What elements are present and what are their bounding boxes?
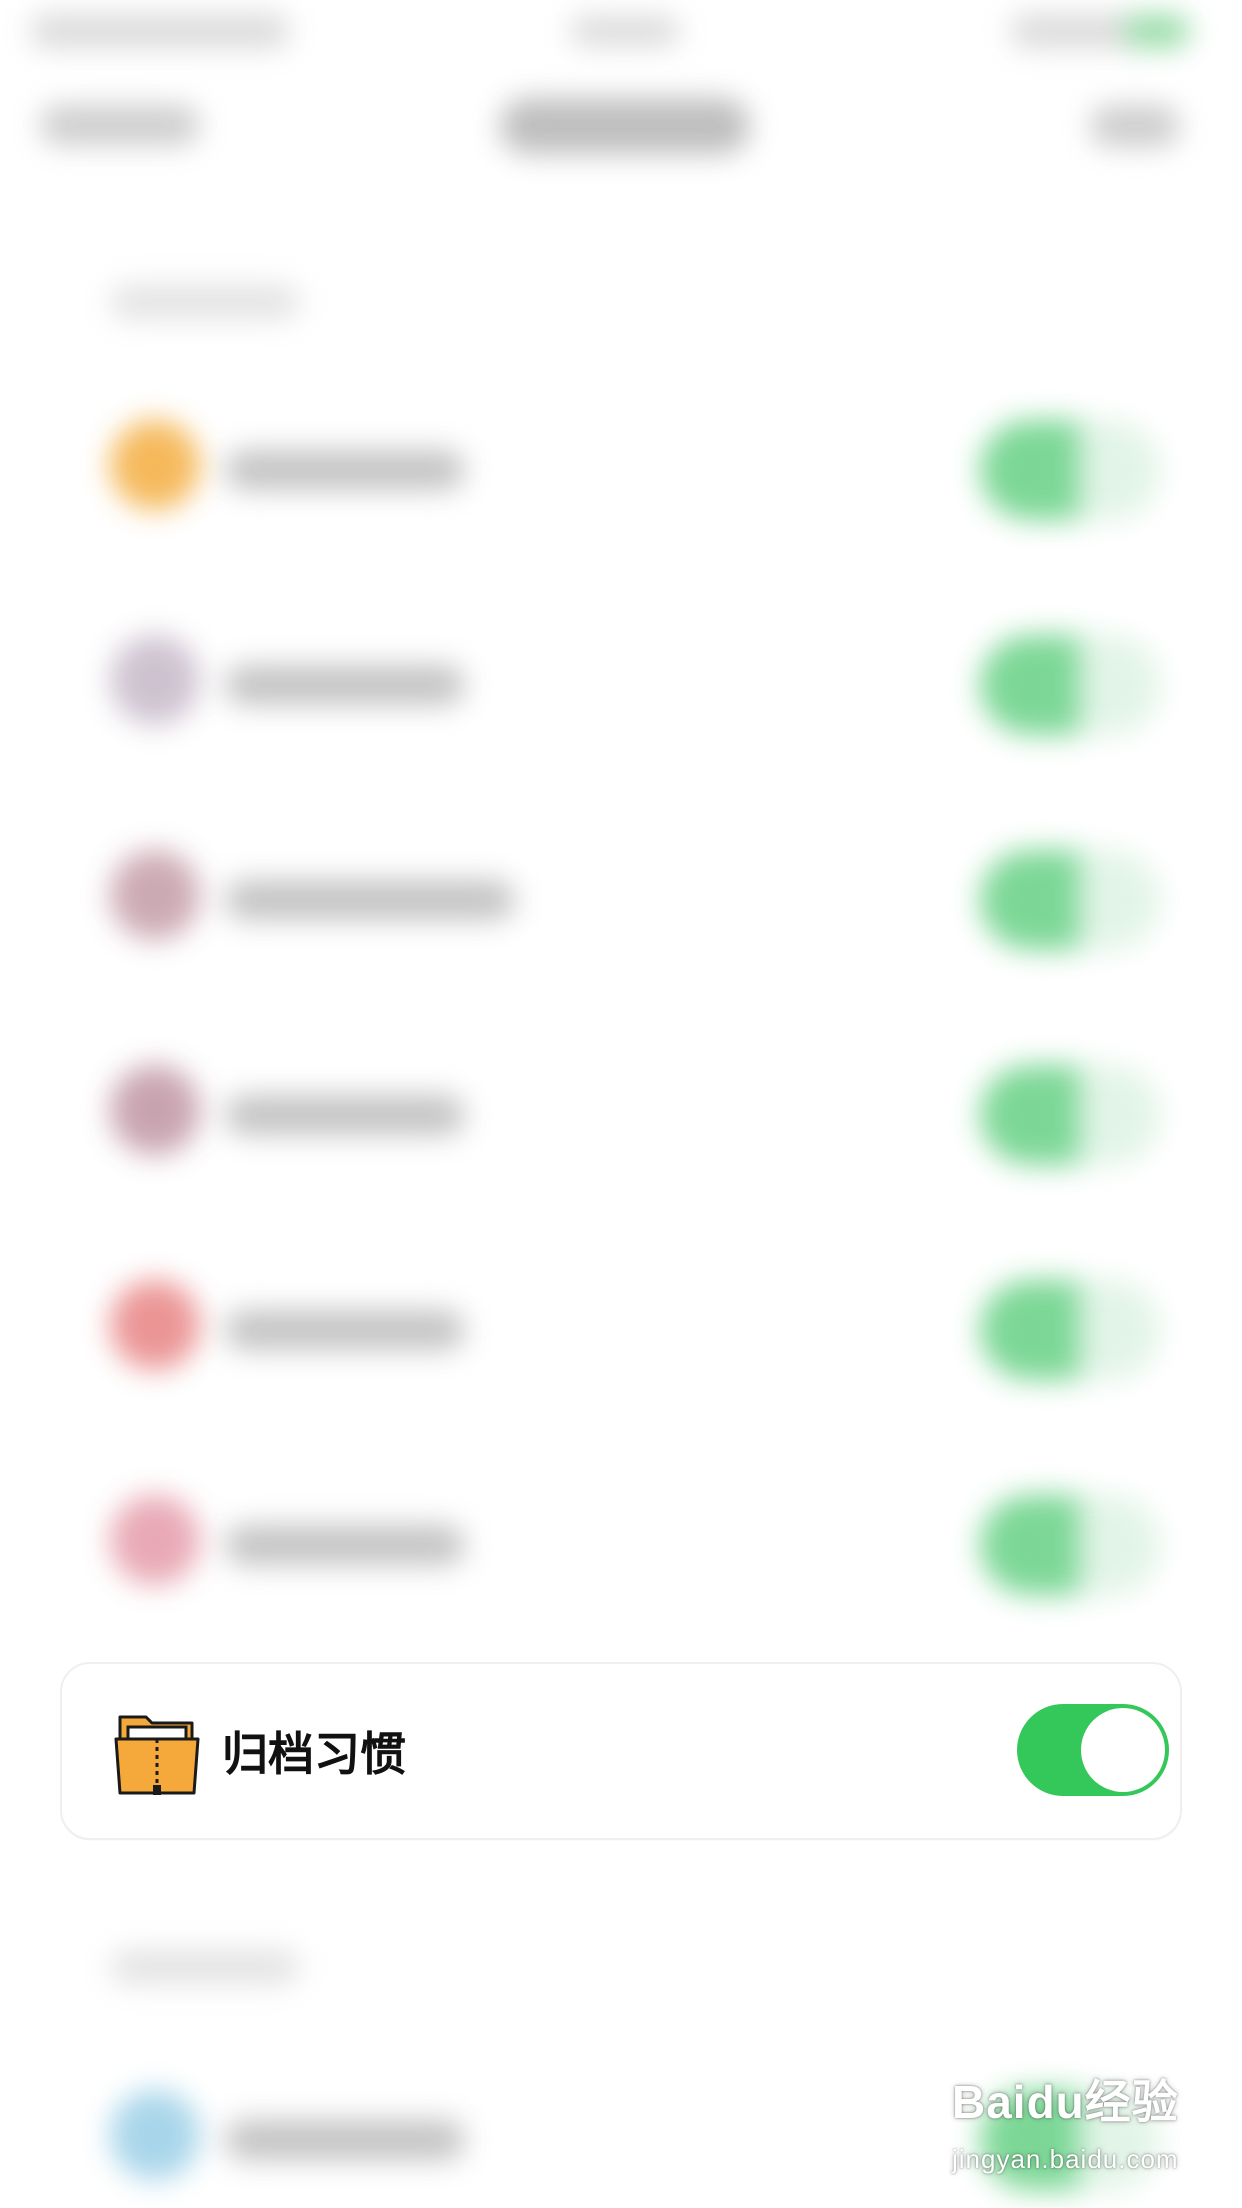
baidu-jingyan-watermark: Baidu经验 jingyan.baidu.com <box>952 2066 1212 2196</box>
nav-left-blur <box>40 105 200 145</box>
row-icon-blur <box>110 1065 200 1155</box>
nav-right-blur <box>1090 105 1180 147</box>
row-toggle-blur <box>980 850 1160 950</box>
list-row-blur <box>60 1240 1180 1380</box>
nav-title-blur <box>500 98 750 154</box>
row-toggle-blur <box>980 420 1160 520</box>
row-icon-blur <box>110 420 200 510</box>
row-icon-blur <box>110 2090 200 2180</box>
status-bar-right-blur <box>1010 14 1190 48</box>
watermark-brand: Baidu经验 <box>952 2076 1179 2128</box>
row-icon-blur <box>110 1495 200 1585</box>
blurred-background <box>0 0 1242 2208</box>
row-text-blur <box>225 880 515 920</box>
row-text-blur <box>225 2120 465 2160</box>
archive-habits-card: 归档习惯 <box>60 1662 1182 1840</box>
list-row-blur <box>60 810 1180 950</box>
status-bar-left-blur <box>30 14 290 48</box>
archive-habits-label: 归档习惯 <box>222 1727 406 1781</box>
row-text-blur <box>225 1095 465 1135</box>
row-text-blur <box>225 665 465 705</box>
row-text-blur <box>225 1525 465 1565</box>
row-toggle-blur <box>980 1065 1160 1165</box>
row-icon-blur <box>110 1280 200 1370</box>
list-row-blur <box>60 1455 1180 1595</box>
list-row-blur <box>60 1025 1180 1165</box>
toggle-knob <box>1081 1708 1165 1792</box>
row-toggle-blur <box>980 635 1160 735</box>
archive-habits-toggle[interactable] <box>1017 1704 1169 1796</box>
row-toggle-blur <box>980 1280 1160 1380</box>
row-toggle-blur <box>980 1495 1160 1595</box>
archive-folder-icon <box>112 1709 202 1799</box>
list-row-blur <box>60 595 1180 735</box>
list-row-blur <box>60 380 1180 520</box>
row-icon-blur <box>110 635 200 725</box>
row-icon-blur <box>110 850 200 940</box>
row-text-blur <box>225 1310 465 1350</box>
section-title-blur <box>110 285 300 319</box>
section-title-blur <box>110 1950 300 1984</box>
status-bar-center-blur <box>570 16 680 46</box>
row-text-blur <box>225 450 465 490</box>
watermark-domain: jingyan.baidu.com <box>952 2144 1179 2174</box>
